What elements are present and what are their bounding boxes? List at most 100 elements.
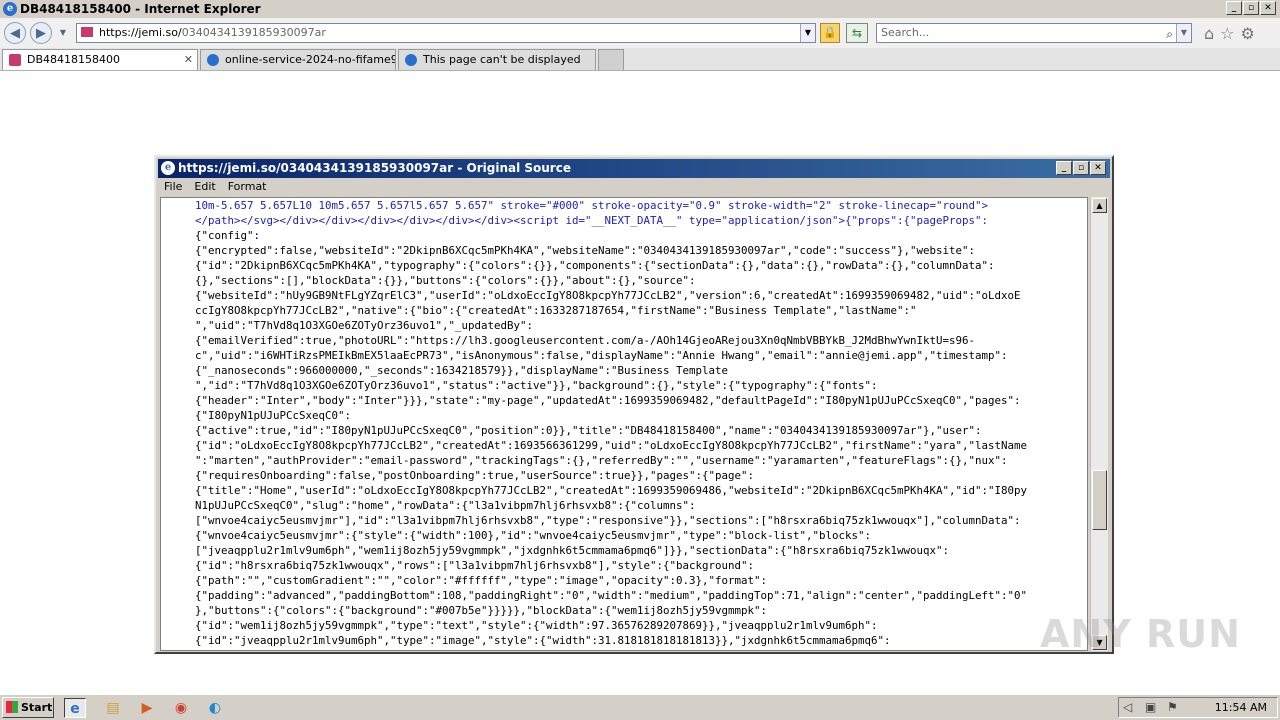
- tab-strip: DB48418158400 ✕ online-service-2024-no-f…: [0, 48, 1280, 71]
- tab-db48418158400[interactable]: DB48418158400 ✕: [2, 49, 198, 70]
- source-line: {"websiteId":"hUy9GB9NtFLgYZqrElC3","use…: [195, 289, 1021, 302]
- tab-label: This page can't be displayed: [423, 53, 581, 66]
- source-line: {"config":: [195, 229, 261, 242]
- source-line: {"path":"","customGradient":"","color":"…: [195, 574, 768, 587]
- tab-page-cant-be-displayed[interactable]: This page can't be displayed: [398, 49, 596, 70]
- source-line: c","uid":"i6WHTiRzsPMEIkBmEX5laaEcPR73",…: [195, 349, 1008, 362]
- ie-taskbar-icon[interactable]: e: [64, 698, 86, 718]
- source-minimize-button[interactable]: _: [1056, 161, 1072, 175]
- source-line: N1pUJuPCcSxeqC0","slug":"home","rowData"…: [195, 499, 696, 512]
- windows-flag-icon: [6, 701, 18, 713]
- anyrun-watermark: ANY RUN: [1040, 612, 1241, 656]
- source-line: ["jveaqpplu2r1mlv9um6ph","wem1ij8ozh5jy5…: [195, 544, 950, 557]
- source-line: {"id":"wem1ij8ozh5jy59vgmmpk","type":"te…: [195, 619, 878, 632]
- source-menubar: File Edit Format: [158, 178, 1110, 196]
- source-window-titlebar[interactable]: e https://jemi.so/0340434139185930097ar …: [158, 159, 1110, 178]
- minimize-button[interactable]: _: [1226, 1, 1242, 15]
- source-line: </path></svg></div></div></div></div></d…: [195, 214, 989, 227]
- tab-label: online-service-2024-no-fifame9...: [225, 53, 396, 66]
- menu-edit[interactable]: Edit: [194, 178, 215, 196]
- search-icon[interactable]: ⌕: [1166, 25, 1173, 43]
- tab-online-service[interactable]: online-service-2024-no-fifame9...: [200, 49, 396, 70]
- source-line: {"active":true,"id":"I80pyN1pUJuPCcSxeqC…: [195, 424, 982, 437]
- source-line: {"requiresOnboarding":false,"postOnboard…: [195, 469, 755, 482]
- address-input[interactable]: https://jemi.so/0340434139185930097ar ▼: [76, 23, 816, 43]
- source-line: ","id":"T7hVd8q1O3XGOe6ZOTyOrz36uvo1","s…: [195, 379, 878, 392]
- ie-title-bar: e DB48418158400 - Internet Explorer _ ▫ …: [0, 0, 1280, 19]
- source-window-controls: _ ▫ ✕: [1056, 161, 1106, 175]
- refresh-icon[interactable]: ⇆: [846, 23, 868, 43]
- source-line: 10m-5.657 5.657L10 10m5.657 5.657l5.657 …: [195, 199, 989, 212]
- ie-logo-icon: e: [161, 161, 175, 175]
- url-path: 0340434139185930097ar: [181, 26, 326, 39]
- source-window: e https://jemi.so/0340434139185930097ar …: [154, 155, 1114, 654]
- source-line: {"id":"h8rsxra6biq75zk1wwouqx","rows":["…: [195, 559, 755, 572]
- search-dropdown-icon[interactable]: ▼: [1176, 24, 1191, 42]
- chrome-icon[interactable]: ◉: [170, 698, 192, 718]
- tab-close-icon[interactable]: ✕: [184, 50, 193, 70]
- ie-page-icon: [405, 54, 417, 66]
- source-line: {"id":"2DkipnB6XCqc5mPKh4KA","typography…: [195, 259, 995, 272]
- source-line: {"id":"oLdxoEccIgY8O8kpcpYh77JCcLB2","cr…: [195, 439, 1028, 452]
- ie-logo-icon: e: [3, 2, 17, 16]
- source-text-area[interactable]: 10m-5.657 5.657L10 10m5.657 5.657l5.657 …: [160, 197, 1088, 651]
- source-line: {"id":"jveaqpplu2r1mlv9um6ph","type":"im…: [195, 634, 891, 647]
- address-dropdown-icon[interactable]: ▼: [800, 24, 815, 42]
- forward-button[interactable]: ▶: [30, 22, 52, 44]
- source-line: {"I80pyN1pUJuPCcSxeqC0":: [195, 409, 352, 422]
- lock-icon[interactable]: 🔒: [820, 23, 840, 43]
- menu-file[interactable]: File: [164, 178, 182, 196]
- window-title: DB48418158400 - Internet Explorer: [20, 2, 261, 16]
- source-line: {},"sections":[],"blockData":{}},"button…: [195, 274, 696, 287]
- source-line: {"emailVerified":true,"photoURL":"https:…: [195, 334, 976, 347]
- scroll-thumb[interactable]: [1092, 470, 1107, 530]
- start-label: Start: [21, 701, 53, 714]
- address-toolbar: ◀ ▶ ▼ https://jemi.so/034043413918593009…: [0, 18, 1280, 48]
- url-host: https://jemi.so/: [99, 26, 182, 39]
- settings-gear-icon[interactable]: ⚙: [1241, 24, 1255, 43]
- folder-icon[interactable]: ▤: [102, 698, 124, 718]
- action-center-flag-icon[interactable]: ⚑: [1167, 698, 1178, 717]
- source-line: ":"marten","authProvider":"email-passwor…: [195, 454, 1008, 467]
- source-close-button[interactable]: ✕: [1090, 161, 1106, 175]
- menu-format[interactable]: Format: [228, 178, 267, 196]
- window-controls: _ ▫ ✕: [1226, 1, 1276, 15]
- edge-icon[interactable]: ◐: [204, 698, 226, 718]
- source-line: {"padding":"advanced","paddingBottom":10…: [195, 589, 1028, 602]
- new-tab-button[interactable]: [598, 49, 624, 70]
- scroll-up-icon[interactable]: ▲: [1092, 198, 1107, 213]
- clock: 11:54 AM: [1214, 701, 1267, 714]
- toolbar-icons: ⌂ ☆ ⚙: [1204, 24, 1255, 43]
- source-line: {"wnvoe4caiyc5eusmvjmr":{"style":{"width…: [195, 529, 872, 542]
- media-player-icon[interactable]: ▶: [136, 698, 158, 718]
- source-line: {"title":"Home","userId":"oLdxoEccIgY8O8…: [195, 484, 1028, 497]
- system-tray: ◁ ▣ ⚑ 11:54 AM: [1118, 697, 1278, 718]
- close-button[interactable]: ✕: [1260, 1, 1276, 15]
- source-line: {"_nanoseconds":966000000,"_seconds":163…: [195, 364, 729, 377]
- source-window-title: https://jemi.so/0340434139185930097ar - …: [178, 161, 571, 175]
- source-line: ["wnvoe4caiyc5eusmvjmr"],"id":"l3a1vibpm…: [195, 514, 1021, 527]
- network-icon[interactable]: ▣: [1145, 698, 1156, 717]
- taskbar: Start e ▤ ▶ ◉ ◐ ◁ ▣ ⚑ 11:54 AM: [0, 694, 1280, 720]
- tab-label: DB48418158400: [27, 53, 121, 66]
- history-dropdown-icon[interactable]: ▼: [56, 22, 70, 44]
- source-maximize-button[interactable]: ▫: [1073, 161, 1089, 175]
- source-line: },"buttons":{"colors":{"background":"#00…: [195, 604, 768, 617]
- vertical-scrollbar[interactable]: ▲ ▼: [1090, 197, 1108, 651]
- maximize-button[interactable]: ▫: [1243, 1, 1259, 15]
- start-button[interactable]: Start: [2, 697, 54, 718]
- back-button[interactable]: ◀: [4, 22, 26, 44]
- source-line: ","uid":"T7hVd8q1O3XGOe6ZOTyOrz36uvo1","…: [195, 319, 534, 332]
- search-placeholder: Search...: [881, 26, 930, 39]
- source-line: ccIgY8O8kpcpYh77JCcLB2","native":{"bio":…: [195, 304, 917, 317]
- source-line: {"encrypted":false,"websiteId":"2DkipnB6…: [195, 244, 976, 257]
- site-favicon-icon: [81, 27, 93, 37]
- source-code: 10m-5.657 5.657L10 10m5.657 5.657l5.657 …: [195, 198, 1087, 648]
- tab-favicon-icon: [9, 54, 21, 66]
- favorites-star-icon[interactable]: ☆: [1220, 24, 1234, 43]
- source-line: {"header":"Inter","body":"Inter"}}},"sta…: [195, 394, 1021, 407]
- home-icon[interactable]: ⌂: [1204, 24, 1214, 43]
- volume-icon[interactable]: ◁: [1123, 698, 1132, 717]
- search-input[interactable]: Search... ⌕ ▼: [876, 23, 1192, 43]
- ie-page-icon: [207, 54, 219, 66]
